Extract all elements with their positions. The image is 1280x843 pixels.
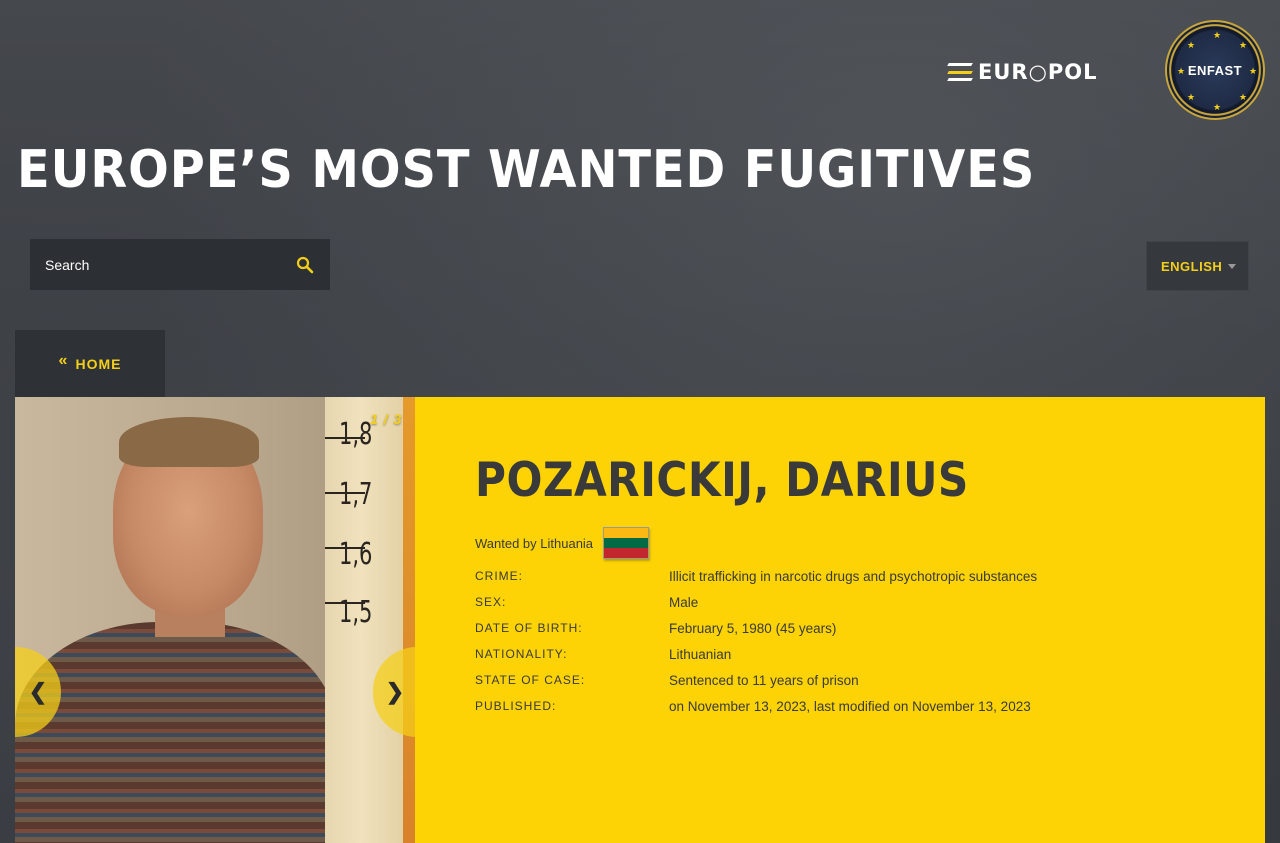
- double-chevron-left-icon: «: [58, 351, 68, 369]
- home-label: HOME: [75, 355, 122, 372]
- chevron-right-icon: ❯: [385, 679, 405, 704]
- detail-row-published: PUBLISHED: on November 13, 2023, last mo…: [475, 693, 1235, 719]
- chevron-left-icon: ❮: [28, 679, 48, 704]
- enfast-seal-logo[interactable]: ★ ★ ★ ★ ★ ★ ★ ★ ENFAST: [1165, 20, 1265, 120]
- home-button[interactable]: « HOME: [15, 330, 165, 397]
- wanted-by: Wanted by Lithuania: [475, 527, 650, 559]
- detail-value: Illicit trafficking in narcotic drugs an…: [669, 568, 1038, 584]
- fugitive-photo-body: [15, 622, 335, 843]
- fugitive-photo-hair: [119, 417, 259, 467]
- detail-label: SEX:: [475, 595, 507, 609]
- detail-row-sex: SEX: Male: [475, 589, 1235, 615]
- ruler-label: 1,5: [339, 595, 373, 630]
- brand-bar: EUR○POL ★ ★ ★ ★ ★ ★ ★ ★ ENFAST: [0, 0, 1280, 130]
- fugitive-info-panel: POZARICKIJ, DARIUS Wanted by Lithuania C…: [415, 397, 1265, 843]
- detail-value: Lithuanian: [669, 646, 732, 662]
- detail-value: on November 13, 2023, last modified on N…: [669, 698, 1031, 714]
- detail-value: Male: [669, 594, 699, 610]
- europol-mark-icon: [947, 63, 973, 81]
- ruler-label: 1,8: [339, 417, 373, 452]
- detail-row-nationality: NATIONALITY: Lithuanian: [475, 641, 1235, 667]
- detail-label: PUBLISHED:: [475, 699, 557, 713]
- stars-icon: ★ ★ ★ ★ ★ ★ ★ ★: [1177, 30, 1258, 112]
- europol-logo[interactable]: EUR○POL: [947, 59, 1124, 84]
- detail-value: Sentenced to 11 years of prison: [669, 672, 859, 688]
- detail-row-state-of-case: STATE OF CASE: Sentenced to 11 years of …: [475, 667, 1235, 693]
- ruler-label: 1,7: [339, 477, 373, 512]
- detail-row-date-of-birth: DATE OF BIRTH: February 5, 1980 (45 year…: [475, 615, 1235, 641]
- language-select[interactable]: ENGLISH: [1146, 241, 1249, 291]
- search-input[interactable]: [30, 239, 280, 290]
- photo-carousel: 1,8 1,7 1,6 1,5 1 / 3 ❮ ❯: [15, 397, 415, 843]
- ruler-edge: [403, 397, 415, 843]
- search-box: [30, 239, 330, 290]
- detail-label: DATE OF BIRTH:: [475, 621, 583, 635]
- search-button[interactable]: [280, 239, 330, 290]
- page-title: EUROPE’S MOST WANTED FUGITIVES: [17, 140, 1036, 200]
- chevron-down-icon: [1228, 263, 1236, 269]
- detail-label: STATE OF CASE:: [475, 673, 586, 687]
- lithuania-flag-icon: [603, 527, 650, 559]
- detail-label: NATIONALITY:: [475, 647, 568, 661]
- language-selected-label: ENGLISH: [1161, 258, 1223, 274]
- europol-logo-text: EUR○POL: [978, 59, 1098, 84]
- ruler-label: 1,6: [339, 537, 373, 572]
- detail-value: February 5, 1980 (45 years): [669, 620, 837, 636]
- wanted-by-text: Wanted by Lithuania: [475, 535, 594, 551]
- fugitive-name: POZARICKIJ, DARIUS: [475, 453, 969, 508]
- detail-row-crime: CRIME: Illicit trafficking in narcotic d…: [475, 563, 1235, 589]
- fugitive-details: CRIME: Illicit trafficking in narcotic d…: [475, 563, 1235, 719]
- detail-label: CRIME:: [475, 569, 523, 583]
- photo-counter: 1 / 3: [370, 411, 403, 427]
- height-ruler: 1,8 1,7 1,6 1,5: [325, 397, 415, 843]
- search-icon: [296, 256, 314, 273]
